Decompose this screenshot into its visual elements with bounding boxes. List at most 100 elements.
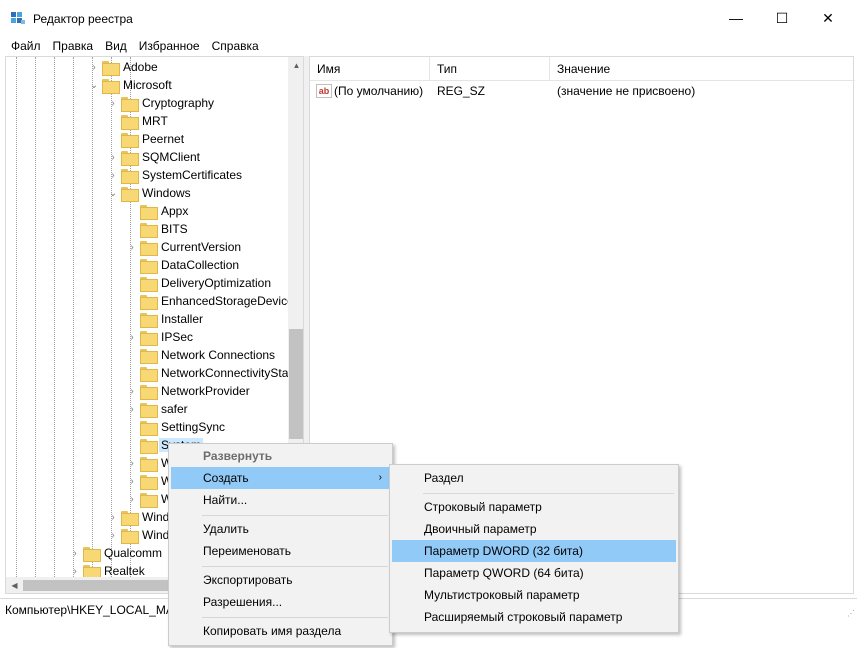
tree-node-label: Realtek: [104, 564, 145, 577]
expand-chevron-icon[interactable]: ›: [126, 454, 138, 472]
collapse-chevron-icon[interactable]: ⌄: [88, 76, 100, 94]
column-header-type[interactable]: Тип: [430, 57, 550, 81]
resize-grip-icon[interactable]: ⋰: [847, 609, 855, 618]
submenu-expandable-string-value[interactable]: Расширяемый строковый параметр: [392, 606, 676, 628]
ctx-new[interactable]: Создать ›: [171, 467, 390, 489]
expand-chevron-icon[interactable]: ›: [126, 490, 138, 508]
tree-node[interactable]: BITS: [126, 220, 190, 238]
column-header-name[interactable]: Имя: [310, 57, 430, 81]
expand-chevron-icon[interactable]: ›: [107, 526, 119, 544]
submenu-dword-value[interactable]: Параметр DWORD (32 бита): [392, 540, 676, 562]
tree-node-label: MRT: [142, 114, 168, 128]
folder-icon: [140, 366, 158, 382]
tree-vertical-scroll-thumb[interactable]: [289, 329, 303, 439]
menu-file[interactable]: Файл: [0, 36, 47, 56]
tree-node[interactable]: DataCollection: [126, 256, 241, 274]
tree-node[interactable]: Peernet: [107, 130, 186, 148]
maximize-button[interactable]: ☐: [759, 0, 805, 36]
column-header-value[interactable]: Значение: [550, 57, 855, 81]
ctx-permissions[interactable]: Разрешения...: [171, 591, 390, 613]
folder-icon: [121, 186, 139, 202]
submenu-binary-value[interactable]: Двоичный параметр: [392, 518, 676, 540]
tree-node[interactable]: › Cryptography: [107, 94, 216, 112]
ctx-export[interactable]: Экспортировать: [171, 569, 390, 591]
expand-chevron-icon[interactable]: ›: [107, 166, 119, 184]
ctx-delete[interactable]: Удалить: [171, 518, 390, 540]
tree-node[interactable]: Installer: [126, 310, 205, 328]
expand-chevron-icon[interactable]: ›: [69, 544, 81, 562]
tree-node[interactable]: SettingSync: [126, 418, 227, 436]
submenu-qword-value[interactable]: Параметр QWORD (64 бита): [392, 562, 676, 584]
ctx-separator: [202, 515, 388, 516]
folder-icon: [140, 330, 158, 346]
submenu-key[interactable]: Раздел: [392, 467, 676, 489]
expand-chevron-icon[interactable]: ›: [107, 148, 119, 166]
folder-icon: [121, 510, 139, 526]
value-type: REG_SZ: [437, 84, 486, 98]
tree-node-label: SettingSync: [161, 420, 226, 434]
expand-chevron-icon[interactable]: ›: [126, 238, 138, 256]
scroll-up-arrow-icon[interactable]: ▲: [288, 57, 303, 74]
folder-icon: [140, 204, 158, 220]
expand-chevron-icon[interactable]: ›: [107, 508, 119, 526]
tree-node[interactable]: › IPSec: [126, 328, 195, 346]
tree-node[interactable]: › Realtek: [69, 562, 147, 577]
tree-node[interactable]: EnhancedStorageDevices: [126, 292, 288, 310]
tree-node[interactable]: Appx: [126, 202, 190, 220]
minimize-button[interactable]: —: [713, 0, 759, 36]
tree-node[interactable]: › SQMClient: [107, 148, 202, 166]
submenu-string-value[interactable]: Строковый параметр: [392, 496, 676, 518]
menu-help[interactable]: Справка: [206, 36, 265, 56]
menu-favorites[interactable]: Избранное: [133, 36, 206, 56]
menu-bar: Файл Правка Вид Избранное Справка: [0, 36, 857, 56]
folder-icon: [140, 474, 158, 490]
tree-node[interactable]: › NetworkProvider: [126, 382, 252, 400]
tree-node[interactable]: › CurrentVersion: [126, 238, 243, 256]
title-bar[interactable]: Редактор реестра — ☐ ✕: [0, 0, 857, 36]
tree-node[interactable]: ⌄ Windows: [107, 184, 193, 202]
tree-guide-line: [54, 57, 55, 577]
tree-horizontal-scroll-thumb[interactable]: [23, 580, 183, 591]
value-name: (По умолчанию): [334, 84, 424, 98]
expand-chevron-icon[interactable]: ›: [126, 400, 138, 418]
tree-node[interactable]: › SystemCertificates: [107, 166, 244, 184]
folder-icon: [140, 456, 158, 472]
expand-chevron-icon[interactable]: ›: [126, 472, 138, 490]
tree-node[interactable]: › Qualcomm: [69, 544, 164, 562]
tree-node[interactable]: › Adobe: [88, 58, 160, 76]
scroll-left-arrow-icon[interactable]: ◀: [6, 577, 23, 593]
expand-chevron-icon[interactable]: ›: [88, 58, 100, 76]
expand-chevron-icon[interactable]: ›: [69, 562, 81, 577]
submenu-multi-string-value[interactable]: Мультистроковый параметр: [392, 584, 676, 606]
collapse-chevron-icon[interactable]: ⌄: [107, 184, 119, 202]
value-row[interactable]: ab (По умолчанию) REG_SZ (значение не пр…: [310, 81, 855, 101]
ctx-rename[interactable]: Переименовать: [171, 540, 390, 562]
folder-icon: [140, 438, 158, 454]
tree-node[interactable]: ⌄ Microsoft: [88, 76, 174, 94]
close-button[interactable]: ✕: [805, 0, 851, 36]
folder-icon: [121, 168, 139, 184]
ctx-copy-key-name[interactable]: Копировать имя раздела: [171, 620, 390, 642]
expand-chevron-icon[interactable]: ›: [126, 382, 138, 400]
tree-guide-line: [35, 57, 36, 577]
expand-chevron-icon[interactable]: ›: [107, 94, 119, 112]
tree-node[interactable]: MRT: [107, 112, 170, 130]
folder-icon: [121, 528, 139, 544]
tree-node-label: Qualcomm: [104, 546, 163, 560]
expand-chevron-icon[interactable]: ›: [126, 328, 138, 346]
submenu-separator: [423, 493, 674, 494]
tree-node-label: Appx: [161, 204, 189, 218]
tree-node[interactable]: Network Connections: [126, 346, 277, 364]
tree-node[interactable]: › safer: [126, 400, 190, 418]
tree-node[interactable]: DeliveryOptimization: [126, 274, 273, 292]
tree-node[interactable]: NetworkConnectivityStatusIndicator: [126, 364, 288, 382]
menu-edit[interactable]: Правка: [47, 36, 100, 56]
menu-view[interactable]: Вид: [99, 36, 133, 56]
ctx-find[interactable]: Найти...: [171, 489, 390, 511]
tree-node-label: BITS: [161, 222, 188, 236]
tree-guide-line: [92, 57, 93, 577]
tree-node-label: Windows: [142, 186, 191, 200]
registry-editor-icon: [11, 12, 25, 24]
